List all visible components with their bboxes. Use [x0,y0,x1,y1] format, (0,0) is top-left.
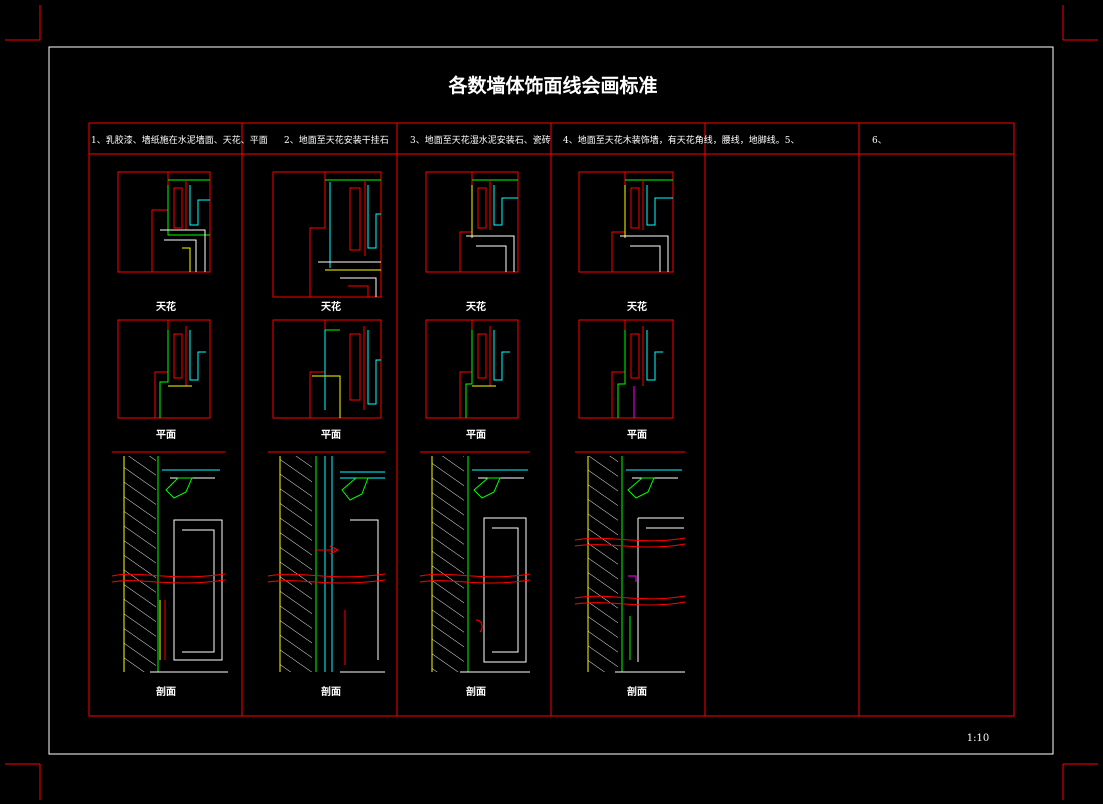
column-header-4: 4、地面至天花木装饰墙，有天花角线，腰线，地脚线。5、 [563,134,799,146]
caption-ceiling-col2: 天花 [321,300,341,313]
column-header-1: 1、乳胶漆、墙纸施在水泥墙面、天花、平面 [91,134,268,146]
caption-plan-col4: 平面 [627,429,647,441]
detail-plan-col1 [117,319,211,419]
caption-plan-col3: 平面 [466,429,486,441]
caption-section-col2: 剖面 [321,685,341,698]
detail-plan-col4 [578,319,674,419]
drawing-title: 各数墙体饰面线会画标准 [447,74,657,97]
detail-section-col4 [574,451,686,673]
caption-section-col3: 剖面 [466,685,486,698]
column-header-2: 2、地面至天花安装干挂石 [284,134,389,146]
detail-ceiling-col2 [272,171,382,298]
table-grid [88,122,1015,717]
detail-ceiling-col1 [117,171,211,273]
detail-section-col1 [111,451,228,673]
detail-ceiling-col4 [578,171,674,273]
caption-ceiling-col1: 天花 [156,300,176,313]
detail-plan-col3 [425,319,519,419]
caption-ceiling-col3: 天花 [466,300,486,313]
column-header-3: 3、地面至天花湿水泥安装石、瓷砖 [410,134,551,146]
detail-section-col3 [419,451,531,673]
caption-plan-col1: 平面 [156,429,176,441]
caption-section-col4: 剖面 [627,685,647,698]
detail-plan-col2 [272,319,382,419]
cad-drawing-sheet: 各数墙体饰面线会画标准 1、乳胶漆、墙纸施在水泥墙面、天花、平面 2、地面至天花… [5,5,1098,800]
caption-plan-col2: 平面 [321,429,341,441]
scale-label: 1:10 [967,733,989,744]
caption-ceiling-col4: 天花 [627,300,647,313]
detail-section-col2 [267,451,386,673]
detail-ceiling-col3 [425,171,519,273]
caption-section-col1: 剖面 [156,685,176,698]
column-header-6: 6、 [872,136,887,146]
